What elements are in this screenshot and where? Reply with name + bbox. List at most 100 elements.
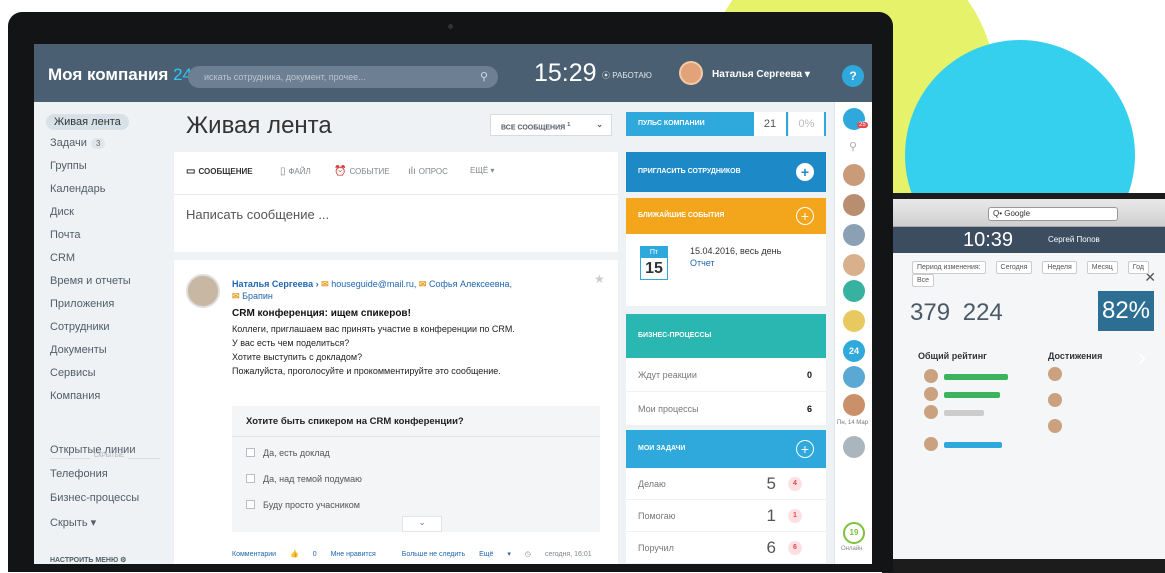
bizproc-row[interactable]: Ждут реакции 0 bbox=[626, 358, 826, 392]
notification-badge: 25 bbox=[857, 122, 868, 128]
contact-avatar[interactable] bbox=[843, 224, 865, 246]
post-header: Наталья Сергеева › ✉ houseguide@mail.ru,… bbox=[232, 278, 572, 302]
tab-message[interactable]: ▭ СООБЩЕНИЕ bbox=[186, 166, 253, 177]
like-button[interactable]: 👍 0 Мне нравится bbox=[290, 551, 388, 558]
author-avatar[interactable] bbox=[186, 274, 220, 308]
event-weekday: Пт bbox=[641, 247, 667, 258]
star-icon[interactable]: ★ bbox=[594, 272, 605, 286]
sidebar-item-employees[interactable]: Сотрудники bbox=[50, 321, 110, 333]
app-logo[interactable]: Моя компания 24 bbox=[48, 65, 192, 85]
user-avatar[interactable] bbox=[679, 61, 703, 85]
online-counter[interactable]: 19 bbox=[843, 522, 865, 544]
bizproc-row[interactable]: Мои процессы 6 bbox=[626, 392, 826, 426]
sidebar-item-tasks[interactable]: Задачи 3 bbox=[50, 137, 106, 149]
contact-avatar[interactable] bbox=[843, 366, 865, 388]
search-icon[interactable]: ⚲ bbox=[849, 140, 857, 153]
gear-icon: ⚙ bbox=[120, 557, 127, 564]
plus-icon[interactable]: + bbox=[796, 207, 814, 225]
sidebar-item-services[interactable]: Сервисы bbox=[50, 367, 96, 379]
feed-filter-select[interactable]: ВСЕ СООБЩЕНИЯ 1 ⌄ bbox=[490, 114, 612, 136]
poll-option[interactable]: Да, есть доклад bbox=[246, 448, 330, 458]
tab-label: ЕЩЁ bbox=[470, 166, 489, 175]
chevron-right-icon[interactable]: › bbox=[1138, 344, 1146, 372]
chart-icon: ılı bbox=[408, 166, 416, 177]
contact-avatar[interactable] bbox=[843, 436, 865, 458]
sidebar-item-bizproc[interactable]: Бизнес-процессы bbox=[50, 492, 139, 504]
poll-option[interactable]: Буду просто учасником bbox=[246, 500, 360, 510]
tab-poll[interactable]: ılı ОПРОС bbox=[408, 166, 448, 177]
period-tab[interactable]: Год bbox=[1127, 261, 1149, 274]
task-badge: 1 bbox=[788, 509, 802, 523]
envelope-icon: ✉ bbox=[321, 279, 329, 289]
sidebar-item-documents[interactable]: Документы bbox=[50, 344, 107, 356]
task-label: Делаю bbox=[638, 479, 666, 489]
clock[interactable]: 15:29 bbox=[534, 59, 597, 88]
help-icon[interactable]: ? bbox=[842, 65, 864, 87]
company-pulse-widget[interactable]: ПУЛЬС КОМПАНИИ 21 0% bbox=[626, 112, 826, 136]
period-tab[interactable]: Месяц bbox=[1086, 261, 1118, 274]
sidebar-item-telephony[interactable]: Телефония bbox=[50, 468, 108, 480]
sidebar-item-time-reports[interactable]: Время и отчеты bbox=[50, 275, 131, 287]
bitrix-screen: Моя компания 24 искать сотрудника, докум… bbox=[34, 44, 872, 564]
contact-avatar[interactable] bbox=[843, 254, 865, 276]
sidebar-item-open-lines[interactable]: Открытые линии bbox=[50, 444, 135, 456]
sidebar-item-company[interactable]: Компания bbox=[50, 390, 100, 402]
checkbox[interactable] bbox=[246, 500, 255, 509]
period-tab[interactable]: Неделя bbox=[1042, 261, 1077, 274]
search-input[interactable]: искать сотрудника, документ, прочее... ⚲ bbox=[188, 66, 498, 88]
sidebar-item-mail[interactable]: Почта bbox=[50, 229, 81, 241]
search-icon[interactable]: ⚲ bbox=[480, 66, 488, 88]
recipient[interactable]: Софья Алексеевна, bbox=[429, 279, 512, 289]
task-row[interactable]: Поручил 6 6 bbox=[626, 532, 826, 564]
contact-avatar[interactable] bbox=[843, 310, 865, 332]
period-tab[interactable]: Сегодня bbox=[995, 261, 1033, 274]
plus-icon[interactable]: + bbox=[796, 440, 814, 458]
tab-more[interactable]: ЕЩЁ ▾ bbox=[470, 166, 494, 175]
option-label: Буду просто учасником bbox=[263, 500, 360, 510]
upcoming-events-header[interactable]: БЛИЖАЙШИЕ СОБЫТИЯ + bbox=[626, 198, 826, 234]
sidebar-item-feed[interactable]: Живая лента bbox=[46, 114, 129, 130]
tab-file[interactable]: ▯ ФАЙЛ bbox=[280, 166, 311, 177]
my-tasks-header[interactable]: МОИ ЗАДАЧИ + bbox=[626, 430, 826, 468]
event-name[interactable]: Отчет bbox=[690, 258, 715, 268]
author-name[interactable]: Наталья Сергеева bbox=[232, 279, 313, 289]
browser-search-field[interactable]: Q• Google bbox=[988, 207, 1118, 221]
checkbox[interactable] bbox=[246, 448, 255, 457]
work-status[interactable]: ⦿ РАБОТАЮ bbox=[602, 70, 652, 81]
post-text-line: У вас есть чем поделиться? bbox=[232, 338, 350, 348]
checkbox[interactable] bbox=[246, 474, 255, 483]
unfollow-link[interactable]: Больше не следить bbox=[402, 551, 465, 558]
tab-label: СООБЩЕНИЕ bbox=[198, 167, 253, 176]
post-title: CRM конференция: ищем спикеров! bbox=[232, 308, 411, 319]
secondary-user-name[interactable]: Сергей Попов bbox=[1048, 235, 1100, 244]
task-row[interactable]: Помогаю 1 1 bbox=[626, 500, 826, 532]
sidebar-item-groups[interactable]: Группы bbox=[50, 160, 87, 172]
sidebar-item-disk[interactable]: Диск bbox=[50, 206, 74, 218]
post-time: ◷ сегодня, 16:01 bbox=[525, 551, 604, 558]
poll-expand-button[interactable]: ⌄ bbox=[402, 516, 442, 532]
invite-employees-button[interactable]: ПРИГЛАСИТЬ СОТРУДНИКОВ + bbox=[626, 152, 826, 192]
poll-option[interactable]: Да, над темой подумаю bbox=[246, 474, 362, 484]
comments-link[interactable]: Комментарии bbox=[232, 551, 276, 558]
period-tab[interactable]: Все bbox=[912, 274, 935, 287]
message-input[interactable]: Написать сообщение ... bbox=[174, 194, 618, 240]
more-link[interactable]: Ещё ▾ bbox=[479, 551, 511, 558]
sidebar-item-crm[interactable]: CRM bbox=[50, 252, 75, 264]
task-row[interactable]: Делаю 5 4 bbox=[626, 468, 826, 500]
bitrix24-icon[interactable]: 24 bbox=[843, 340, 865, 362]
contact-avatar[interactable] bbox=[843, 394, 865, 416]
sidebar-item-apps[interactable]: Приложения bbox=[50, 298, 114, 310]
recipient[interactable]: Брапин bbox=[242, 291, 273, 301]
sidebar-item-hide[interactable]: Скрыть ▾ bbox=[50, 516, 96, 529]
open-lines-icon[interactable] bbox=[843, 280, 865, 302]
configure-menu-button[interactable]: НАСТРОИТЬ МЕНЮ ⚙ bbox=[50, 556, 126, 564]
user-menu[interactable]: Наталья Сергеева ▾ bbox=[712, 69, 810, 80]
recipient[interactable]: houseguide@mail.ru, bbox=[331, 279, 416, 289]
clock-icon: ◷ bbox=[524, 551, 533, 558]
sidebar-item-calendar[interactable]: Календарь bbox=[50, 183, 106, 195]
contact-avatar[interactable] bbox=[843, 194, 865, 216]
tab-event[interactable]: ⏰ СОБЫТИЕ bbox=[334, 166, 390, 177]
contact-avatar[interactable] bbox=[843, 164, 865, 186]
event-item[interactable]: Пт 15 15.04.2016, весь день Отчет bbox=[626, 234, 826, 306]
bizproc-header[interactable]: БИЗНЕС-ПРОЦЕССЫ bbox=[626, 314, 826, 358]
